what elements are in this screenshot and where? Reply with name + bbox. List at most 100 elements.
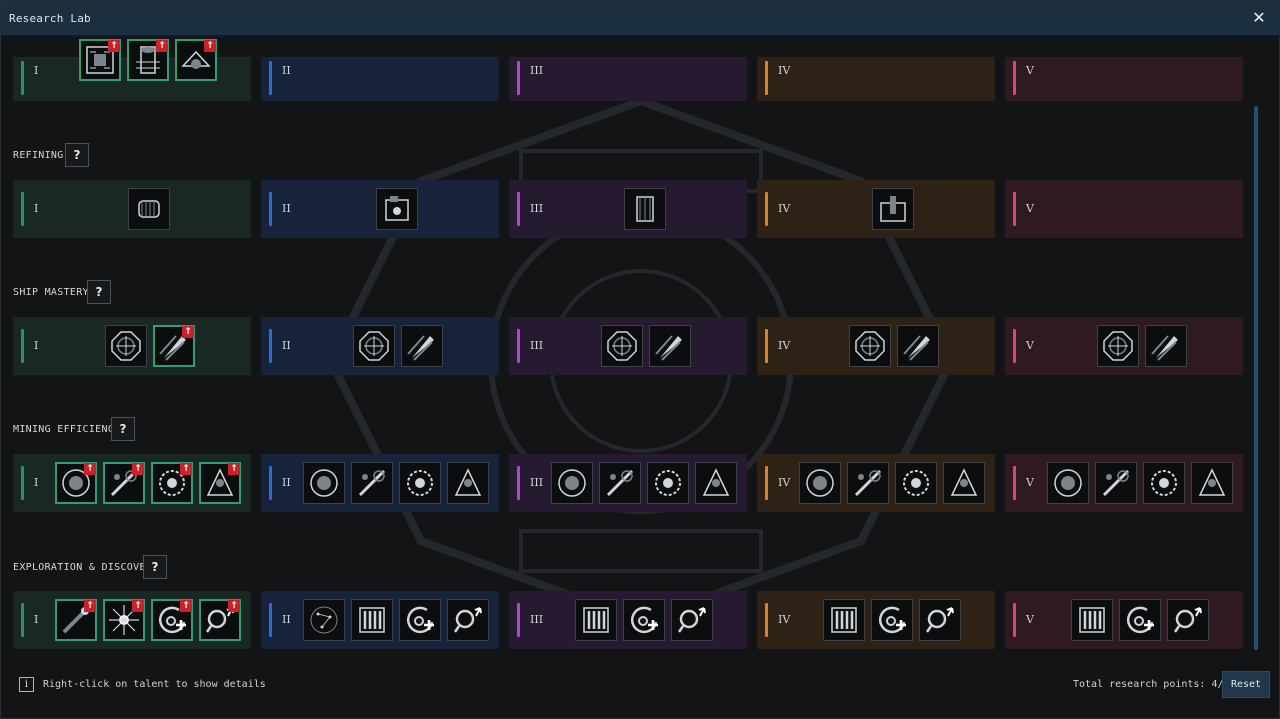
tier-label: I bbox=[34, 64, 39, 77]
tier-panel: III bbox=[509, 180, 747, 238]
laser-beam-icon[interactable] bbox=[351, 462, 393, 504]
gear-scope-icon[interactable] bbox=[895, 462, 937, 504]
tier-color-bar bbox=[1013, 61, 1016, 95]
tier-panel: II bbox=[261, 180, 499, 238]
tier-label: V bbox=[1026, 613, 1034, 626]
tier-panel: V bbox=[1005, 57, 1243, 101]
probe-array-icon[interactable] bbox=[351, 599, 393, 641]
engine-module-icon[interactable]: ↑ bbox=[175, 39, 217, 81]
tier-color-bar bbox=[765, 192, 768, 226]
rocket-boost-icon[interactable] bbox=[649, 325, 691, 367]
section-title: MINING EFFICIENCY bbox=[13, 424, 121, 435]
mining-drone-icon[interactable]: ↑ bbox=[199, 462, 241, 504]
tier-color-bar bbox=[269, 603, 272, 637]
asteroid-target-icon[interactable]: ↑ bbox=[55, 462, 97, 504]
scan-arrow-icon[interactable]: ↑ bbox=[199, 599, 241, 641]
compass-octagon-icon[interactable] bbox=[601, 325, 643, 367]
mining-drone-icon[interactable] bbox=[695, 462, 737, 504]
tier-color-bar bbox=[517, 603, 520, 637]
circuit-board-icon[interactable]: ↑ bbox=[79, 39, 121, 81]
section-title: SHIP MASTERY bbox=[13, 287, 89, 298]
gear-scope-icon[interactable] bbox=[399, 462, 441, 504]
tier-label: I bbox=[34, 613, 39, 626]
comet-icon[interactable]: ↑ bbox=[55, 599, 97, 641]
asteroid-target-icon[interactable] bbox=[799, 462, 841, 504]
star-burst-icon[interactable]: ↑ bbox=[103, 599, 145, 641]
scan-arrow-icon[interactable] bbox=[447, 599, 489, 641]
tier-label: II bbox=[282, 202, 291, 215]
compass-octagon-icon[interactable] bbox=[849, 325, 891, 367]
compass-octagon-icon[interactable] bbox=[1097, 325, 1139, 367]
gear-scope-icon[interactable] bbox=[647, 462, 689, 504]
tier-panel: IV bbox=[757, 454, 995, 512]
hint-text: Right-click on talent to show details bbox=[43, 679, 266, 690]
probe-array-icon[interactable] bbox=[1071, 599, 1113, 641]
target-plus-icon[interactable]: ↑ bbox=[151, 599, 193, 641]
tier-color-bar bbox=[21, 192, 24, 226]
target-plus-icon[interactable] bbox=[623, 599, 665, 641]
help-button[interactable]: ? bbox=[111, 417, 135, 441]
laser-beam-icon[interactable] bbox=[847, 462, 889, 504]
help-button[interactable]: ? bbox=[143, 555, 167, 579]
upgrade-arrow-icon: ↑ bbox=[108, 40, 120, 52]
scan-arrow-icon[interactable] bbox=[671, 599, 713, 641]
scan-arrow-icon[interactable] bbox=[919, 599, 961, 641]
processing-plant-icon[interactable] bbox=[872, 188, 914, 230]
tier-color-bar bbox=[21, 603, 24, 637]
tier-color-bar bbox=[21, 329, 24, 363]
probe-array-icon[interactable] bbox=[575, 599, 617, 641]
asteroid-target-icon[interactable] bbox=[1047, 462, 1089, 504]
smelter-tower-icon[interactable] bbox=[624, 188, 666, 230]
reset-button[interactable]: Reset bbox=[1222, 671, 1270, 698]
tier-label: IV bbox=[778, 476, 791, 489]
tier-label: IV bbox=[778, 202, 791, 215]
upgrade-arrow-icon: ↑ bbox=[132, 600, 144, 612]
rocket-boost-icon[interactable]: ↑ bbox=[153, 325, 195, 367]
tier-color-bar bbox=[517, 466, 520, 500]
asteroid-target-icon[interactable] bbox=[551, 462, 593, 504]
gear-scope-icon[interactable] bbox=[1143, 462, 1185, 504]
mining-drone-icon[interactable] bbox=[447, 462, 489, 504]
refinery-machine-icon[interactable] bbox=[376, 188, 418, 230]
drill-cylinder-icon[interactable] bbox=[128, 188, 170, 230]
rocket-boost-icon[interactable] bbox=[897, 325, 939, 367]
upgrade-arrow-icon: ↑ bbox=[228, 600, 240, 612]
tier-panel: II bbox=[261, 591, 499, 649]
target-plus-icon[interactable] bbox=[399, 599, 441, 641]
target-plus-icon[interactable] bbox=[871, 599, 913, 641]
probe-array-icon[interactable] bbox=[823, 599, 865, 641]
help-button[interactable]: ? bbox=[65, 143, 89, 167]
scan-arrow-icon[interactable] bbox=[1167, 599, 1209, 641]
tier-label: III bbox=[530, 613, 544, 626]
laser-beam-icon[interactable] bbox=[1095, 462, 1137, 504]
asteroid-target-icon[interactable] bbox=[303, 462, 345, 504]
close-icon[interactable]: ✕ bbox=[1251, 9, 1267, 27]
mining-drone-icon[interactable] bbox=[943, 462, 985, 504]
tier-panel: III bbox=[509, 454, 747, 512]
reactor-core-icon[interactable]: ↑ bbox=[127, 39, 169, 81]
gear-scope-icon[interactable]: ↑ bbox=[151, 462, 193, 504]
tier-color-bar bbox=[21, 466, 24, 500]
help-button[interactable]: ? bbox=[87, 280, 111, 304]
tier-panel: III bbox=[509, 57, 747, 101]
tier-color-bar bbox=[765, 329, 768, 363]
rocket-boost-icon[interactable] bbox=[1145, 325, 1187, 367]
laser-beam-icon[interactable] bbox=[599, 462, 641, 504]
tier-label: III bbox=[530, 202, 544, 215]
scrollbar[interactable] bbox=[1254, 106, 1258, 650]
laser-beam-icon[interactable]: ↑ bbox=[103, 462, 145, 504]
tier-color-bar bbox=[1013, 192, 1016, 226]
points-label: Total research points: bbox=[1073, 679, 1206, 690]
tier-panel: II bbox=[261, 454, 499, 512]
star-map-icon[interactable] bbox=[303, 599, 345, 641]
title-bar: Research Lab ✕ bbox=[1, 1, 1280, 37]
tier-panel: IV bbox=[757, 591, 995, 649]
mining-drone-icon[interactable] bbox=[1191, 462, 1233, 504]
rocket-boost-icon[interactable] bbox=[401, 325, 443, 367]
upgrade-arrow-icon: ↑ bbox=[228, 463, 240, 475]
tier-panel: IV bbox=[757, 180, 995, 238]
tier-color-bar bbox=[1013, 466, 1016, 500]
compass-octagon-icon[interactable] bbox=[353, 325, 395, 367]
target-plus-icon[interactable] bbox=[1119, 599, 1161, 641]
compass-octagon-icon[interactable] bbox=[105, 325, 147, 367]
